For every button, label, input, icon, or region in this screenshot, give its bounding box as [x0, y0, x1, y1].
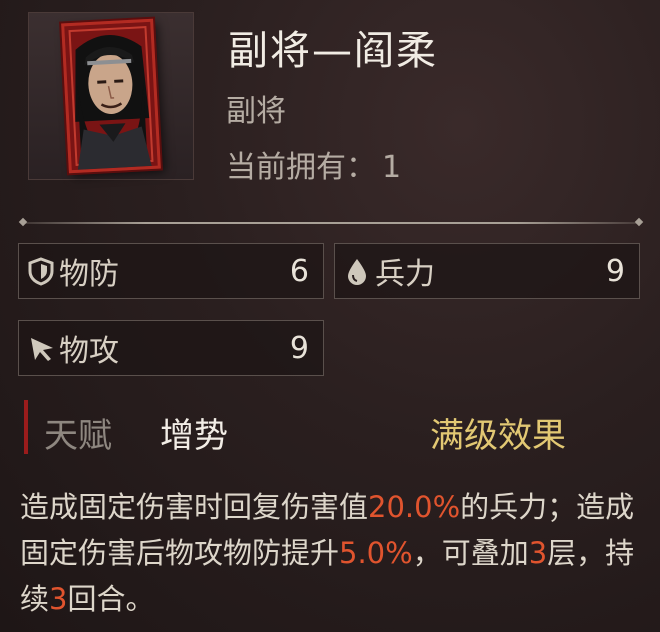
shield-icon [28, 257, 54, 286]
max-level-effect-label: 满级效果 [430, 416, 566, 456]
desc-value: 5.0% [339, 536, 413, 570]
stat-label: 物防 [59, 257, 119, 292]
drop-icon [348, 259, 366, 285]
general-portrait [64, 21, 158, 171]
owned-label: 当前拥有： [226, 150, 376, 185]
stat-troops: 兵力 9 [334, 243, 640, 299]
general-title: 副将—阎柔 [228, 28, 438, 74]
desc-text: 回合。 [67, 582, 155, 616]
portrait-frame [28, 12, 194, 180]
general-portrait-card[interactable] [61, 18, 161, 174]
desc-value: 3 [528, 536, 548, 570]
talent-description: 造成固定伤害时回复伤害值20.0%的兵力；造成固定伤害后物攻物防提升5.0%，可… [20, 484, 644, 622]
desc-value: 20.0% [368, 490, 461, 524]
stat-label: 兵力 [375, 257, 435, 292]
desc-value: 3 [49, 582, 68, 616]
general-role: 副将 [226, 94, 286, 129]
stat-value: 9 [605, 253, 625, 289]
stat-value: 9 [289, 330, 309, 366]
owned-count: 当前拥有： 1 [226, 142, 401, 186]
talent-accent-bar [24, 400, 28, 454]
talent-name: 增势 [160, 416, 228, 456]
stat-physical-defense: 物防 6 [18, 243, 324, 299]
desc-text: ，可叠加 [412, 536, 529, 570]
arrowhead-icon [31, 338, 53, 361]
section-divider [22, 222, 640, 224]
owned-value: 1 [382, 150, 402, 185]
stat-physical-attack: 物攻 9 [18, 320, 324, 376]
stat-label: 物攻 [59, 334, 119, 369]
desc-text: 造成固定伤害时回复伤害值 [20, 490, 369, 524]
talent-label: 天赋 [44, 416, 112, 456]
stat-value: 6 [289, 253, 309, 289]
